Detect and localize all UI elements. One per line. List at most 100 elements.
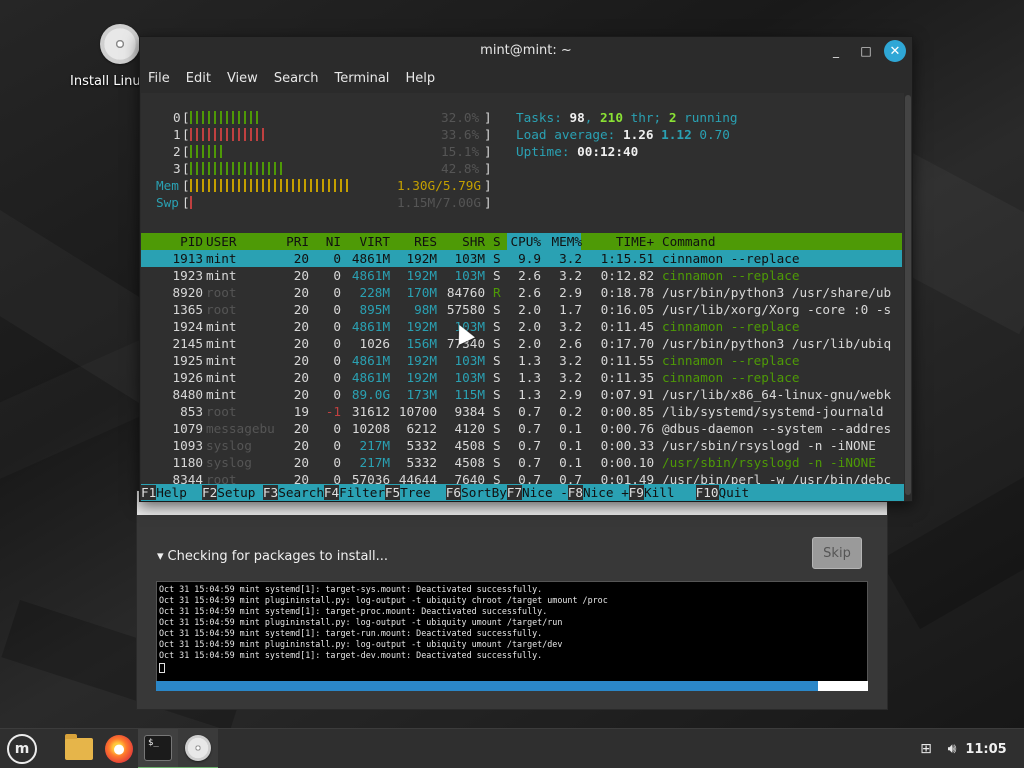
menu-help[interactable]: Help	[397, 67, 443, 91]
cell-user: mint	[206, 336, 237, 351]
cell-pri: 20	[293, 455, 310, 470]
cell-virt: 4861M	[351, 370, 391, 385]
htop-view[interactable]: 0 [ 32.0% ] 1 [ 33.6% ] 2 [ 15.1% ] 3 [ …	[141, 93, 904, 501]
log-line: Oct 31 15:04:59 mint systemd[1]: target-…	[159, 650, 543, 660]
cell-cpu: 1.3	[518, 353, 542, 368]
cell-pid: 1365	[172, 302, 204, 317]
cell-mem: 3.2	[559, 251, 583, 266]
tasks-summary: Tasks: 98, 210 thr; 2 running	[516, 110, 738, 125]
cell-mem: 3.2	[559, 353, 583, 368]
cell-user: syslog	[206, 438, 252, 453]
column-header-virt: VIRT	[359, 234, 391, 249]
cell-cpu: 2.0	[518, 319, 542, 334]
install-progress-bar	[156, 681, 868, 691]
installer-status[interactable]: ▾ Checking for packages to install...	[157, 549, 388, 564]
cell-ni: 0	[333, 353, 342, 368]
fkey-label: Quit	[718, 485, 750, 500]
cell-pid: 8480	[172, 387, 204, 402]
cell-res: 5332	[406, 455, 438, 470]
fkey-label: Nice +	[583, 485, 629, 500]
column-header-ni: NI	[325, 234, 342, 249]
minimize-button[interactable]: _	[826, 41, 846, 61]
text-cursor-icon	[159, 663, 165, 673]
bracket: [	[182, 127, 190, 142]
bracket: [	[182, 144, 190, 159]
tasks-label: Tasks:	[516, 110, 562, 125]
menu-view[interactable]: View	[219, 67, 266, 91]
menu-edit[interactable]: Edit	[178, 67, 219, 91]
menu-search[interactable]: Search	[266, 67, 327, 91]
disc-icon	[100, 24, 140, 64]
fkey-number: F7	[506, 485, 523, 500]
cell-mem: 2.9	[559, 285, 583, 300]
fkey-number: F10	[695, 485, 719, 500]
cell-pid: 1924	[172, 319, 204, 334]
cell-res: 192M	[406, 319, 438, 334]
cell-time: 0:00.85	[600, 404, 655, 419]
load-15: 0.70	[699, 127, 730, 142]
cell-time: 0:11.35	[600, 370, 655, 385]
scrollbar[interactable]	[905, 95, 911, 495]
fkey-f2[interactable]: F2Setup	[201, 484, 263, 501]
column-header-shr: SHR	[462, 234, 486, 249]
cpu-meter-label: 3	[173, 161, 181, 176]
installer-log[interactable]: Oct 31 15:04:59 mint systemd[1]: target-…	[156, 581, 868, 691]
cell-cmd: /usr/sbin/rsyslogd -n -iNONE	[662, 455, 876, 470]
fkey-f9[interactable]: F9Kill	[628, 484, 690, 501]
cell-ni: 0	[333, 319, 342, 334]
network-icon[interactable]: ⊞	[914, 729, 938, 768]
cell-cpu: 0.7	[518, 455, 542, 470]
installer-taskbar-button[interactable]	[178, 729, 218, 768]
cell-ni: 0	[333, 438, 342, 453]
files-launcher[interactable]	[60, 729, 98, 768]
fkey-f5[interactable]: F5Tree	[384, 484, 446, 501]
clock[interactable]: 11:05	[965, 729, 1006, 768]
bracket: ]	[484, 178, 492, 193]
firefox-launcher[interactable]: ●	[100, 729, 138, 768]
cell-res: 192M	[406, 268, 438, 283]
expander-arrow-icon[interactable]: ▾	[157, 549, 164, 564]
fkey-f8[interactable]: F8Nice +	[567, 484, 629, 501]
terminal-taskbar-button[interactable]: $_	[138, 729, 178, 768]
log-line: Oct 31 15:04:59 mint plugininstall.py: l…	[159, 595, 608, 605]
menu-file[interactable]: File	[140, 67, 178, 91]
bracket: ]	[484, 161, 492, 176]
close-button[interactable]: ✕	[884, 40, 906, 62]
column-header-res: RES	[414, 234, 438, 249]
cell-time: 0:12.82	[600, 268, 655, 283]
uptime-label: Uptime:	[516, 144, 570, 159]
cell-mem: 0.2	[559, 404, 583, 419]
fkey-f6[interactable]: F6SortBy	[445, 484, 507, 501]
menu-terminal[interactable]: Terminal	[326, 67, 397, 91]
cell-virt: 217M	[359, 438, 391, 453]
cell-mem: 2.6	[559, 336, 583, 351]
cell-time: 0:00.33	[600, 438, 655, 453]
cpu-meter-label: 0	[173, 110, 181, 125]
cell-user: mint	[206, 319, 237, 334]
fkey-f7[interactable]: F7Nice -	[506, 484, 568, 501]
fkey-f1[interactable]: F1Help	[141, 484, 202, 501]
titlebar[interactable]: mint@mint: ~ _ □ ✕	[140, 37, 912, 65]
cell-time: 0:00.76	[600, 421, 655, 436]
load-5: 1.12	[661, 127, 692, 142]
cell-virt: 10208	[351, 421, 391, 436]
mint-menu-button[interactable]: m	[4, 729, 40, 768]
column-header-mem: MEM%	[551, 234, 583, 249]
cell-cmd: /usr/bin/python3 /usr/lib/ubiq	[662, 336, 892, 351]
cell-cpu: 0.7	[518, 438, 542, 453]
cell-pri: 20	[293, 370, 310, 385]
fkey-f10[interactable]: F10Quit	[695, 484, 750, 501]
fkey-f3[interactable]: F3Search	[262, 484, 324, 501]
cell-cmd: cinnamon --replace	[662, 251, 800, 266]
cell-virt: 4861M	[351, 268, 391, 283]
volume-icon[interactable]: 🔊︎	[940, 729, 964, 768]
bracket: ]	[484, 110, 492, 125]
cell-res: 98M	[414, 302, 438, 317]
maximize-button[interactable]: □	[856, 41, 876, 61]
terminal-window[interactable]: mint@mint: ~ _ □ ✕ File Edit View Search…	[139, 36, 913, 502]
fkey-f4[interactable]: F4Filter	[323, 484, 385, 501]
install-progress-fill	[156, 681, 819, 691]
skip-button[interactable]: Skip	[812, 537, 862, 569]
fkey-number: F2	[201, 485, 218, 500]
cell-cmd: /lib/systemd/systemd-journald	[662, 404, 884, 419]
